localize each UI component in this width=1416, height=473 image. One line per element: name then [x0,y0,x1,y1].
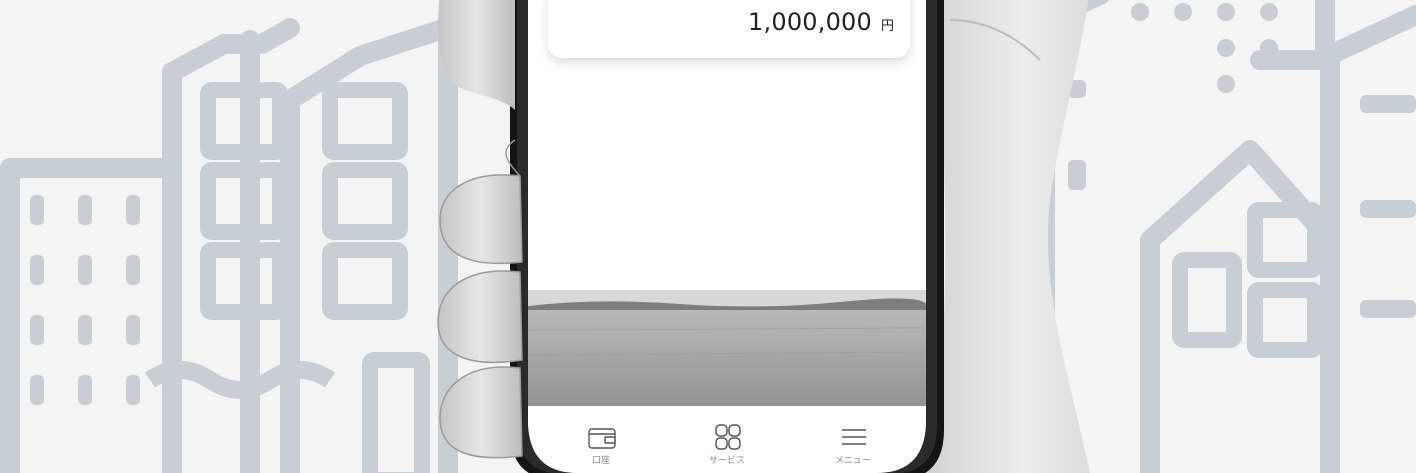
balance-amount: 1,000,000 [748,8,872,36]
tab-services[interactable]: サービス [672,413,782,473]
wallet-icon [588,428,616,449]
tab-account-label: 口座 [591,456,610,466]
tab-menu[interactable]: メニュー [798,413,908,473]
hamburger-menu-icon [842,429,866,445]
tab-account[interactable]: 口座 [546,413,656,473]
grid-icon [715,424,741,450]
tab-services-label: サービス [708,456,745,466]
currency-unit: 円 [880,19,894,34]
bottom-tab-bar: 口座 サービス メニュー [528,413,926,473]
app-screen: 1,000,000 円 口座 サービス メニュー [0,0,1416,473]
balance-card[interactable]: 1,000,000 円 [548,0,910,58]
tab-menu-label: メニュー [834,456,871,466]
